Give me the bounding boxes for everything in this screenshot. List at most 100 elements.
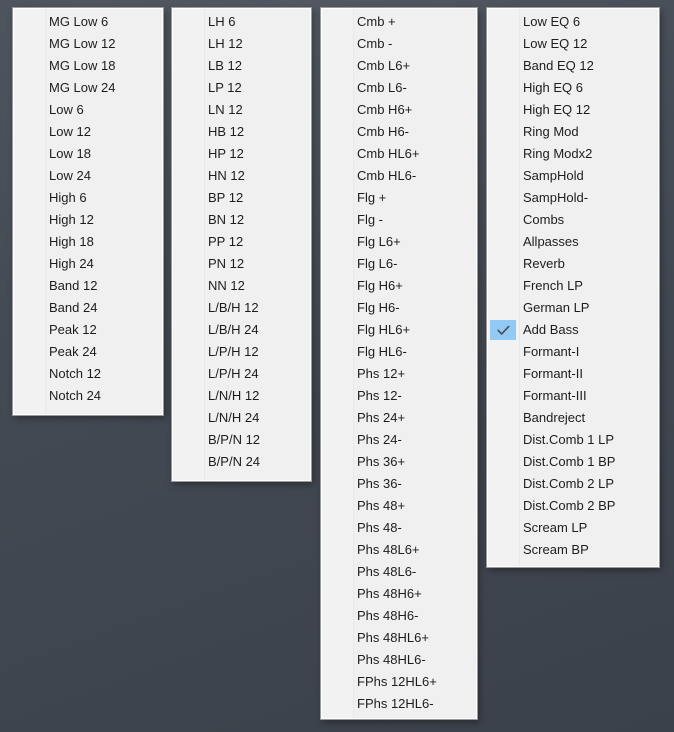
menu-item[interactable]: High EQ 12 — [488, 99, 658, 121]
menu-item[interactable]: LB 12 — [173, 55, 310, 77]
menu-item[interactable]: Formant-I — [488, 341, 658, 363]
menu-item[interactable]: Phs 48H6+ — [322, 583, 476, 605]
menu-item[interactable]: High EQ 6 — [488, 77, 658, 99]
menu-item[interactable]: LH 12 — [173, 33, 310, 55]
menu-item[interactable]: Cmb HL6+ — [322, 143, 476, 165]
menu-item[interactable]: Cmb H6- — [322, 121, 476, 143]
menu-item[interactable]: FPhs 12HL6- — [322, 693, 476, 715]
menu-item[interactable]: Cmb - — [322, 33, 476, 55]
menu-item[interactable]: Peak 24 — [14, 341, 162, 363]
menu-item[interactable]: Flg H6+ — [322, 275, 476, 297]
menu-item[interactable]: NN 12 — [173, 275, 310, 297]
menu-item[interactable]: Phs 24- — [322, 429, 476, 451]
menu-item[interactable]: L/P/H 24 — [173, 363, 310, 385]
menu-item[interactable]: Flg + — [322, 187, 476, 209]
menu-item[interactable]: MG Low 18 — [14, 55, 162, 77]
menu-item[interactable]: PP 12 — [173, 231, 310, 253]
menu-item[interactable]: Phs 12- — [322, 385, 476, 407]
menu-item[interactable]: LH 6 — [173, 11, 310, 33]
menu-item[interactable]: HN 12 — [173, 165, 310, 187]
menu-item[interactable]: Cmb H6+ — [322, 99, 476, 121]
menu-item[interactable]: Low 6 — [14, 99, 162, 121]
menu-item[interactable]: HB 12 — [173, 121, 310, 143]
menu-panel-effects: Low EQ 6 Low EQ 12 Band EQ 12 High EQ 6 High… — [486, 7, 660, 568]
menu-item[interactable]: Phs 48+ — [322, 495, 476, 517]
menu-item-label: Notch 12 — [49, 366, 102, 381]
menu-item[interactable]: Ring Modx2 — [488, 143, 658, 165]
menu-item[interactable]: Cmb HL6- — [322, 165, 476, 187]
menu-item[interactable]: Cmb L6+ — [322, 55, 476, 77]
menu-item[interactable]: Phs 48L6+ — [322, 539, 476, 561]
menu-item[interactable]: Band 24 — [14, 297, 162, 319]
menu-item[interactable]: L/P/H 12 — [173, 341, 310, 363]
menu-item[interactable]: Band 12 — [14, 275, 162, 297]
menu-item-label: Dist.Comb 1 BP — [523, 454, 616, 469]
menu-item[interactable]: MG Low 24 — [14, 77, 162, 99]
menu-item[interactable]: Phs 36+ — [322, 451, 476, 473]
menu-item[interactable]: Phs 36- — [322, 473, 476, 495]
menu-item[interactable]: FPhs 12HL6+ — [322, 671, 476, 693]
menu-item[interactable]: Dist.Comb 1 LP — [488, 429, 658, 451]
menu-item[interactable]: High 6 — [14, 187, 162, 209]
menu-item[interactable]: Low 12 — [14, 121, 162, 143]
menu-item[interactable]: Scream LP — [488, 517, 658, 539]
menu-item[interactable]: Formant-II — [488, 363, 658, 385]
menu-item[interactable]: High 24 — [14, 253, 162, 275]
menu-item[interactable]: Flg L6- — [322, 253, 476, 275]
menu-item[interactable]: Phs 48HL6- — [322, 649, 476, 671]
menu-item[interactable]: PN 12 — [173, 253, 310, 275]
menu-item[interactable]: BP 12 — [173, 187, 310, 209]
menu-item[interactable]: BN 12 — [173, 209, 310, 231]
menu-item[interactable]: Peak 12 — [14, 319, 162, 341]
menu-item[interactable]: LN 12 — [173, 99, 310, 121]
menu-item[interactable]: Phs 48H6- — [322, 605, 476, 627]
menu-item[interactable]: Dist.Comb 1 BP — [488, 451, 658, 473]
menu-item[interactable]: Allpasses — [488, 231, 658, 253]
menu-item[interactable]: High 12 — [14, 209, 162, 231]
menu-item[interactable]: MG Low 6 — [14, 11, 162, 33]
menu-item[interactable]: Scream BP — [488, 539, 658, 561]
menu-item[interactable]: Dist.Comb 2 BP — [488, 495, 658, 517]
menu-item[interactable]: LP 12 — [173, 77, 310, 99]
menu-item[interactable]: Low EQ 6 — [488, 11, 658, 33]
menu-item[interactable]: Flg - — [322, 209, 476, 231]
menu-item[interactable]: Low EQ 12 — [488, 33, 658, 55]
menu-item[interactable]: Low 18 — [14, 143, 162, 165]
menu-item[interactable]: B/P/N 24 — [173, 451, 310, 473]
menu-item[interactable]: Bandreject — [488, 407, 658, 429]
menu-item[interactable]: Phs 12+ — [322, 363, 476, 385]
menu-item[interactable]: L/B/H 12 — [173, 297, 310, 319]
menu-item[interactable]: High 18 — [14, 231, 162, 253]
menu-item[interactable]: Notch 24 — [14, 385, 162, 407]
menu-item[interactable]: Flg HL6- — [322, 341, 476, 363]
menu-item[interactable]: Dist.Comb 2 LP — [488, 473, 658, 495]
menu-item[interactable]: Ring Mod — [488, 121, 658, 143]
menu-item[interactable]: Phs 48HL6+ — [322, 627, 476, 649]
menu-item[interactable]: Band EQ 12 — [488, 55, 658, 77]
menu-item[interactable]: Flg H6- — [322, 297, 476, 319]
menu-item[interactable]: French LP — [488, 275, 658, 297]
menu-item[interactable]: HP 12 — [173, 143, 310, 165]
menu-item[interactable]: Cmb L6- — [322, 77, 476, 99]
menu-item[interactable]: Flg L6+ — [322, 231, 476, 253]
menu-item[interactable]: Add Bass — [488, 319, 658, 341]
menu-item[interactable]: Notch 12 — [14, 363, 162, 385]
menu-item[interactable]: Cmb + — [322, 11, 476, 33]
menu-item[interactable]: SampHold — [488, 165, 658, 187]
menu-item[interactable]: Phs 48- — [322, 517, 476, 539]
menu-item[interactable]: Phs 48L6- — [322, 561, 476, 583]
menu-item[interactable]: Reverb — [488, 253, 658, 275]
menu-item[interactable]: MG Low 12 — [14, 33, 162, 55]
menu-item[interactable]: B/P/N 12 — [173, 429, 310, 451]
menu-item[interactable]: Combs — [488, 209, 658, 231]
menu-item[interactable]: Flg HL6+ — [322, 319, 476, 341]
menu-item[interactable]: L/B/H 24 — [173, 319, 310, 341]
menu-item-label: MG Low 18 — [49, 58, 116, 73]
menu-item[interactable]: L/N/H 24 — [173, 407, 310, 429]
menu-item[interactable]: SampHold- — [488, 187, 658, 209]
menu-item[interactable]: German LP — [488, 297, 658, 319]
menu-item[interactable]: Low 24 — [14, 165, 162, 187]
menu-item[interactable]: L/N/H 12 — [173, 385, 310, 407]
menu-item[interactable]: Formant-III — [488, 385, 658, 407]
menu-item[interactable]: Phs 24+ — [322, 407, 476, 429]
